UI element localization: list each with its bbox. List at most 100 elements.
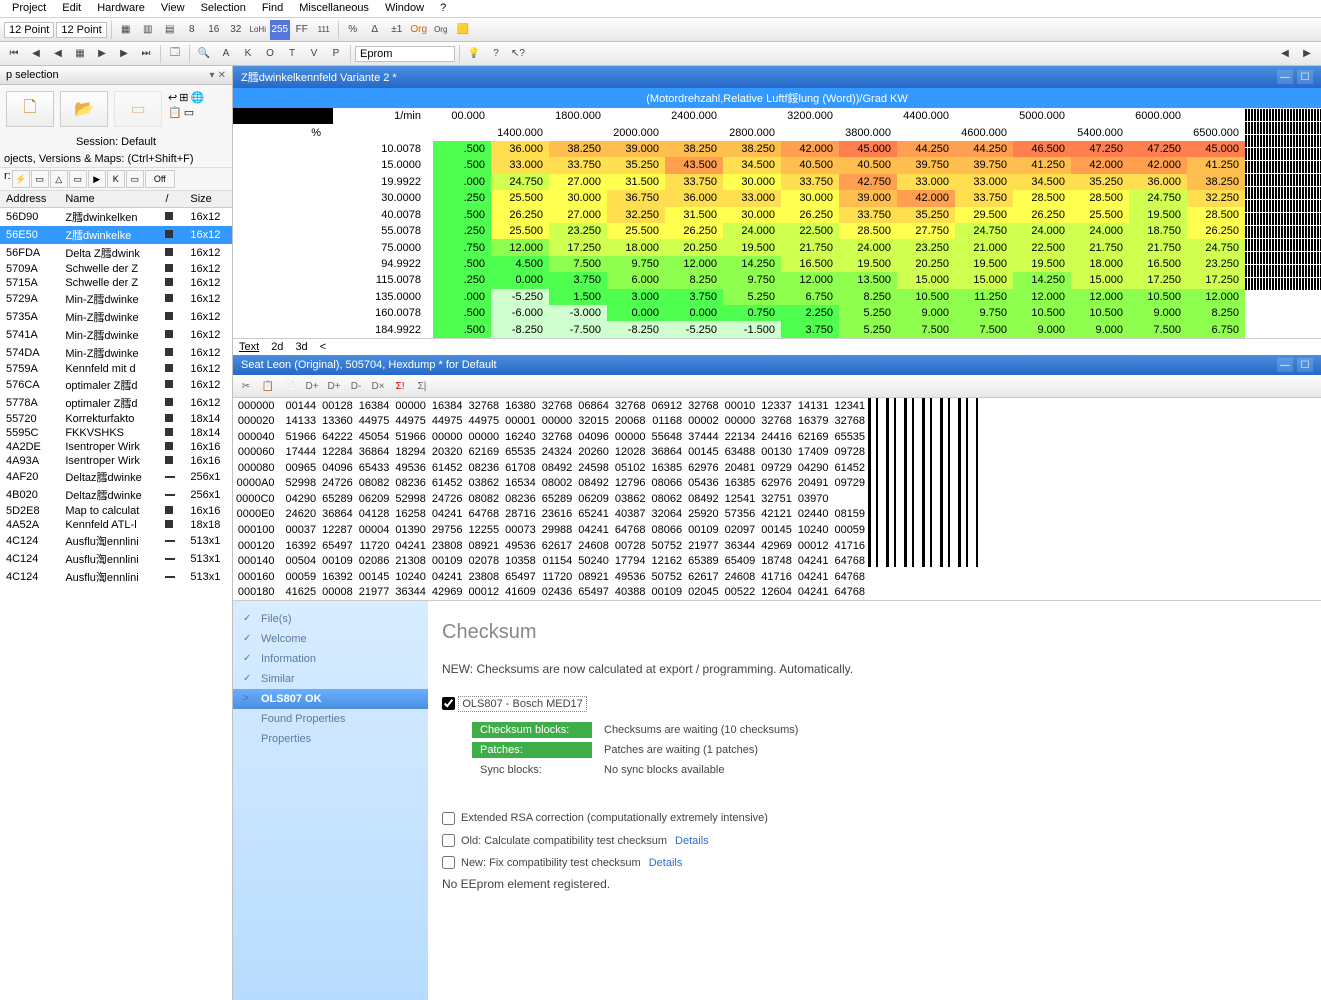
hex-minimize-icon[interactable]: — xyxy=(1277,358,1293,372)
menu-hardware[interactable]: Hardware xyxy=(89,0,153,17)
lohi-icon[interactable]: LoHi xyxy=(248,20,268,40)
viewtab-3d[interactable]: 3d xyxy=(295,341,307,353)
pointer-help-icon[interactable]: ↖? xyxy=(508,44,528,64)
map-row[interactable]: 5729AMin-Z膤dwinke16x12 xyxy=(0,290,232,308)
flt-3[interactable]: △ xyxy=(50,170,68,188)
map-table[interactable]: AddressName/Size 56D90Z膤dwinkelken16x125… xyxy=(0,191,232,1000)
menu-project[interactable]: Project xyxy=(4,0,54,17)
ext-rsa-checkbox[interactable] xyxy=(442,812,455,825)
flt-5[interactable]: ▶ xyxy=(88,170,106,188)
grid3-icon[interactable]: ▤ xyxy=(160,20,180,40)
new-checkbox[interactable] xyxy=(442,856,455,869)
next-icon[interactable]: ▶ xyxy=(92,44,112,64)
mark-a-icon[interactable]: A xyxy=(216,44,236,64)
table-icon[interactable]: ▦ xyxy=(70,44,90,64)
nav-prev-icon[interactable]: ◀ xyxy=(1275,44,1295,64)
d3-icon[interactable]: D- xyxy=(347,377,365,395)
map-row[interactable]: 5759AKennfeld mit d16x12 xyxy=(0,362,232,376)
org2-icon[interactable]: Org xyxy=(431,20,451,40)
binary-icon[interactable]: 111 xyxy=(314,20,334,40)
menu-view[interactable]: View xyxy=(153,0,193,17)
nav-properties[interactable]: Properties xyxy=(233,729,428,749)
fwd-icon[interactable]: ▶ xyxy=(114,44,134,64)
d4-icon[interactable]: D× xyxy=(369,377,387,395)
font-size-2[interactable]: 12 Point xyxy=(56,22,106,38)
new-details-link[interactable]: Details xyxy=(649,857,683,869)
d2-icon[interactable]: D+ xyxy=(325,377,343,395)
find-icon[interactable]: 🔍 xyxy=(194,44,214,64)
play-icon[interactable]: ◀ xyxy=(48,44,68,64)
delta-icon[interactable]: Δ xyxy=(365,20,385,40)
mini-2-icon[interactable]: ⊞ xyxy=(179,91,188,104)
map-row[interactable]: 55720Korrekturfakto18x14 xyxy=(0,412,232,426)
map-row[interactable]: 4C124Ausflu渹ennlini513x1 xyxy=(0,550,232,568)
menu-window[interactable]: Window xyxy=(377,0,432,17)
map-row[interactable]: 4A52AKennfeld ATL-l18x18 xyxy=(0,518,232,532)
nav-welcome[interactable]: Welcome xyxy=(233,629,428,649)
map-row[interactable]: 56E50Z膤dwinkelke16x12 xyxy=(0,226,232,244)
bulb-icon[interactable]: 💡 xyxy=(464,44,484,64)
nav-information[interactable]: Information xyxy=(233,649,428,669)
mini-5-icon[interactable]: ▭ xyxy=(184,106,194,119)
mark-o-icon[interactable]: O xyxy=(260,44,280,64)
num-255-icon[interactable]: 255 xyxy=(270,20,290,40)
map-row[interactable]: 5715ASchwelle der Z16x12 xyxy=(0,276,232,290)
menu-selection[interactable]: Selection xyxy=(193,0,254,17)
grid2-icon[interactable]: ▥ xyxy=(138,20,158,40)
font-size-1[interactable]: 12 Point xyxy=(4,22,54,38)
map-row[interactable]: 574DAMin-Z膤dwinke16x12 xyxy=(0,344,232,362)
flt-1[interactable]: ⚡ xyxy=(12,170,30,188)
mini-4-icon[interactable]: 📋 xyxy=(168,106,182,119)
help-icon[interactable]: ? xyxy=(486,44,506,64)
menu-edit[interactable]: Edit xyxy=(54,0,89,17)
col-name[interactable]: Name xyxy=(59,191,159,208)
panel-close-icon[interactable]: ✕ xyxy=(218,70,226,81)
map-row[interactable]: 5735AMin-Z膤dwinke16x12 xyxy=(0,308,232,326)
panel-dropdown-icon[interactable]: ▾ xyxy=(210,70,215,81)
map-row[interactable]: 4C124Ausflu渹ennlini513x1 xyxy=(0,568,232,586)
sigma2-icon[interactable]: Σ| xyxy=(413,377,431,395)
ff-icon[interactable]: FF xyxy=(292,20,312,40)
viewtab-2d[interactable]: 2d xyxy=(271,341,283,353)
open-project-button[interactable]: 📂 xyxy=(60,91,108,127)
nav-found-properties[interactable]: Found Properties xyxy=(233,709,428,729)
grid-icon[interactable]: ▦ xyxy=(116,20,136,40)
mini-1-icon[interactable]: ↩ xyxy=(168,91,177,104)
new-project-button[interactable]: 🗋 xyxy=(6,91,54,127)
map-row[interactable]: 5778Aoptimaler Z膤d16x12 xyxy=(0,394,232,412)
map-row[interactable]: 4A2DEIsentroper Wirk16x16 xyxy=(0,440,232,454)
mark-k-icon[interactable]: K xyxy=(238,44,258,64)
prev-icon[interactable]: ◀ xyxy=(26,44,46,64)
nav-file(s)[interactable]: File(s) xyxy=(233,609,428,629)
sigma-icon[interactable]: Σ! xyxy=(391,377,409,395)
map-row[interactable]: 5741AMin-Z膤dwinke16x12 xyxy=(0,326,232,344)
rainbow-icon[interactable]: 🟨 xyxy=(453,20,473,40)
menu-miscellaneous[interactable]: Miscellaneous xyxy=(291,0,377,17)
cut-icon[interactable]: ✂ xyxy=(237,377,255,395)
ols-checkbox[interactable] xyxy=(442,697,455,710)
window-icon[interactable]: 🗔 xyxy=(165,44,185,64)
map-row[interactable]: 4A93AIsentroper Wirk16x16 xyxy=(0,454,232,468)
map-row[interactable]: 4AF20Deltaz膤dwinke256x1 xyxy=(0,468,232,486)
bits-16-icon[interactable]: 16 xyxy=(204,20,224,40)
flt-off[interactable]: Off xyxy=(145,170,175,188)
plusminus-icon[interactable]: ±1 xyxy=(387,20,407,40)
flt-4[interactable]: ▭ xyxy=(69,170,87,188)
org-icon[interactable]: Org xyxy=(409,20,429,40)
map-row[interactable]: 576CAoptimaler Z膤d16x12 xyxy=(0,376,232,394)
maximize-icon[interactable]: ☐ xyxy=(1297,70,1313,84)
flt-2[interactable]: ▭ xyxy=(31,170,49,188)
map-data-grid[interactable]: 1/min00.0001800.0002400.0003200.0004400.… xyxy=(233,108,1321,338)
paste-icon[interactable]: 📄 xyxy=(281,377,299,395)
menu-find[interactable]: Find xyxy=(254,0,291,17)
percent-icon[interactable]: % xyxy=(343,20,363,40)
d1-icon[interactable]: D+ xyxy=(303,377,321,395)
first-icon[interactable]: ⏮ xyxy=(4,44,24,64)
search-combo[interactable]: ojects, Versions & Maps: (Ctrl+Shift+F) xyxy=(4,153,228,165)
flt-6[interactable]: K xyxy=(107,170,125,188)
map-row[interactable]: 5709ASchwelle der Z16x12 xyxy=(0,262,232,276)
nav-ols807-ok[interactable]: OLS807 OK xyxy=(233,689,428,709)
viewtab-<[interactable]: < xyxy=(320,341,326,353)
nav-next-icon[interactable]: ▶ xyxy=(1297,44,1317,64)
flt-7[interactable]: ▭ xyxy=(126,170,144,188)
